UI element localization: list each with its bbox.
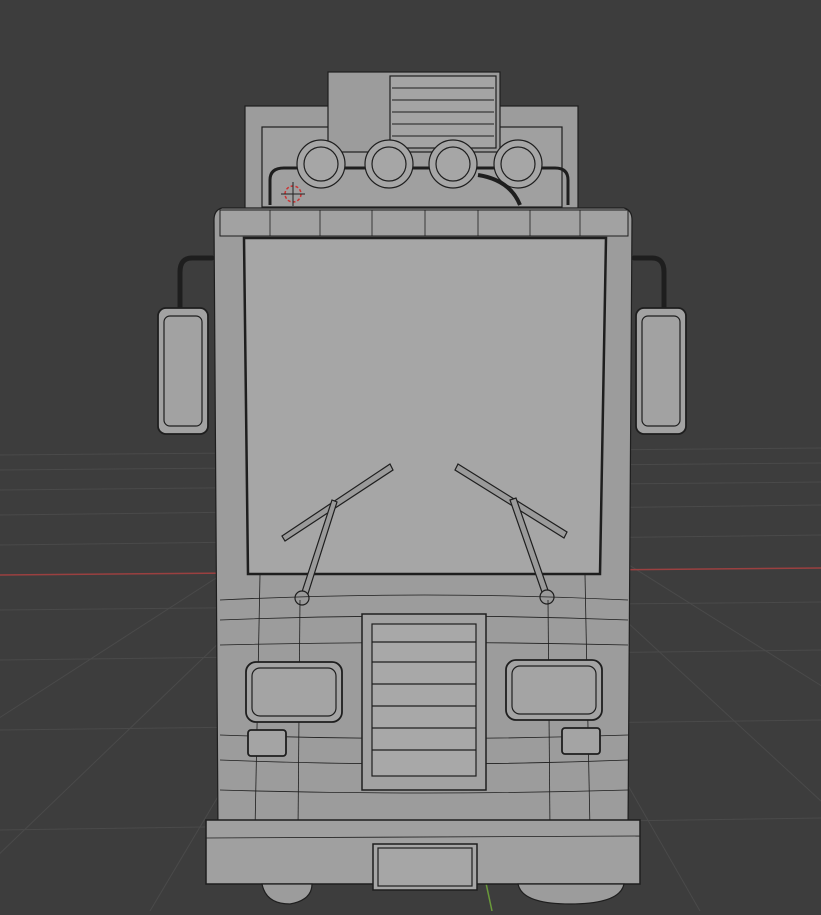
license-plate [372, 843, 478, 891]
headlight-left [245, 661, 343, 723]
turn-signal-left [247, 729, 287, 757]
grille [371, 623, 477, 777]
cab-roof-strip [219, 209, 629, 237]
3d-viewport[interactable] [0, 0, 821, 912]
turn-signal-right [561, 727, 601, 755]
mirror-right [635, 307, 687, 435]
mirror-left [157, 307, 209, 435]
headlight-right [505, 659, 603, 721]
viewport-canvas[interactable] [0, 0, 821, 912]
